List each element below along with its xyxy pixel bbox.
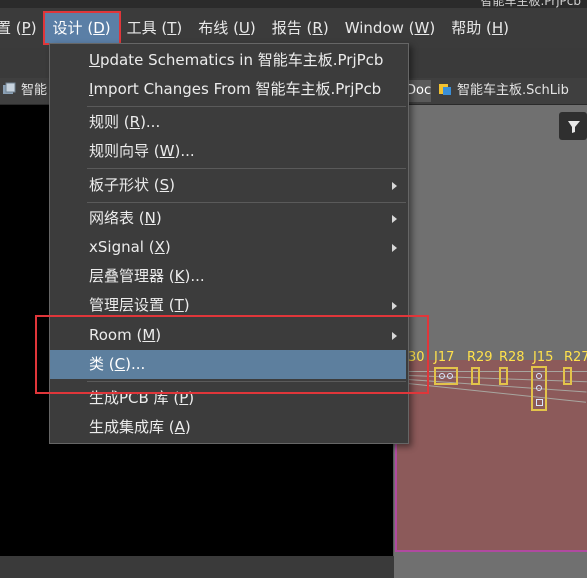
component-label: J17 [434,350,455,365]
menu-design[interactable]: 设计 (D) [42,11,121,45]
pad [447,373,453,379]
tab-pcb-doc[interactable]: 智能 [0,80,52,102]
footprint-j15 [531,366,547,411]
menu-separator [87,106,406,107]
menu-item-update-schematics[interactable]: Update Schematics in 智能车主板.PrjPcb [50,46,406,75]
submenu-arrow-icon [392,302,397,310]
component-label: R29 [467,350,493,365]
menu-bar: 置 (P) 设计 (D) 工具 (T) 布线 (U) 报告 (R) Window… [0,8,587,48]
component-label: R28 [499,350,525,365]
component-label: J15 [533,350,554,365]
status-strip [0,556,400,578]
menu-item-netlist[interactable]: 网络表 (N) [50,204,406,233]
menu-item-rule-wizard[interactable]: 规则向导 (W)... [50,137,406,166]
pad [536,385,542,391]
menu-tools[interactable]: 工具 (T) [119,13,191,43]
menu-separator [87,168,406,169]
filter-icon [568,121,580,133]
menu-item-board-shape[interactable]: 板子形状 (S) [50,171,406,200]
menu-project[interactable]: 置 (P) [0,13,45,43]
annotation-highlight-box [35,315,429,394]
menu-reports[interactable]: 报告 (R) [264,13,337,43]
menu-item-make-integrated-library[interactable]: 生成集成库 (A) [50,413,406,442]
footprint-j17 [434,367,458,385]
menu-window[interactable]: Window (W) [337,13,443,43]
footprint-r29 [471,367,480,385]
footprint-r28 [499,367,508,385]
pcb-doc-icon [2,82,16,96]
pad [439,373,445,379]
menu-item-layer-stack[interactable]: 层叠管理器 (K)... [50,262,406,291]
component-label: R27 [564,350,587,365]
submenu-arrow-icon [392,215,397,223]
pad [536,399,543,406]
menu-route[interactable]: 布线 (U) [190,13,263,43]
menu-separator [87,202,406,203]
title-bar: 智能车主板.PrjPcb [0,0,587,8]
menu-item-xsignal[interactable]: xSignal (X) [50,233,406,262]
footprint-r27 [563,367,572,385]
submenu-arrow-icon [392,182,397,190]
pad [536,373,542,379]
submenu-arrow-icon [392,244,397,252]
tab-schlib[interactable]: 智能车主板.SchLib [432,80,587,102]
filter-button[interactable] [559,112,587,140]
schlib-icon [438,82,452,96]
menu-help[interactable]: 帮助 (H) [443,13,517,43]
menu-item-rules[interactable]: 规则 (R)... [50,108,406,137]
menu-item-import-changes[interactable]: Import Changes From 智能车主板.PrjPcb [50,75,406,104]
